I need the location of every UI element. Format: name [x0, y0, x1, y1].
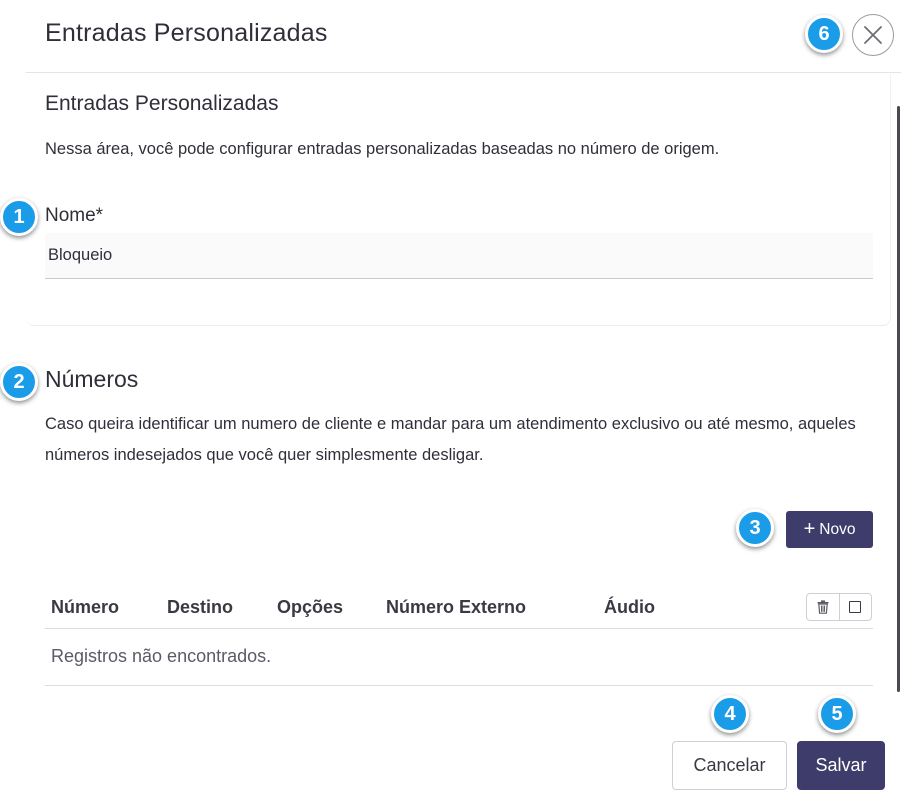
new-number-button[interactable]: + Novo: [786, 511, 873, 548]
callout-badge-2: 2: [0, 363, 38, 401]
table-header-actions: [806, 593, 872, 621]
plus-icon: +: [803, 517, 816, 540]
callout-badge-4: 4: [711, 695, 749, 733]
empty-message: Registros não encontrados.: [51, 646, 272, 666]
custom-entry-description: Nessa área, você pode configurar entrada…: [45, 140, 720, 158]
save-button[interactable]: Salvar: [797, 741, 885, 790]
callout-badge-6: 6: [805, 15, 843, 53]
new-button-label: Novo: [819, 520, 856, 538]
column-header-audio[interactable]: Áudio: [604, 597, 655, 618]
numbers-title: Números: [45, 366, 139, 392]
callout-badge-1: 1: [0, 198, 38, 236]
name-label: Nome*: [45, 205, 104, 226]
header-divider: [26, 72, 901, 73]
close-x-icon: [864, 26, 882, 44]
custom-entry-title: Entradas Personalizadas: [45, 92, 279, 115]
callout-badge-5: 5: [818, 695, 856, 733]
modal-title: Entradas Personalizadas: [45, 19, 328, 47]
close-button[interactable]: [852, 14, 894, 56]
trash-icon: [817, 600, 829, 614]
name-input[interactable]: [45, 233, 873, 279]
checkbox-icon: [849, 601, 862, 613]
column-header-opcoes[interactable]: Opções: [277, 597, 343, 618]
numbers-description: Caso queira identificar um numero de cli…: [45, 415, 856, 464]
select-all-checkbox[interactable]: [838, 594, 872, 620]
callout-badge-3: 3: [736, 509, 774, 547]
custom-entries-modal: Entradas Personalizadas Entradas Persona…: [0, 0, 901, 796]
delete-selected-button[interactable]: [807, 594, 839, 620]
cancel-button[interactable]: Cancelar: [672, 741, 787, 790]
table-empty-row: Registros não encontrados.: [45, 629, 873, 686]
column-header-numero[interactable]: Número: [51, 597, 119, 618]
column-header-numero-externo[interactable]: Número Externo: [386, 597, 526, 618]
column-header-destino[interactable]: Destino: [167, 597, 233, 618]
numbers-table-header: Número Destino Opções Número Externo Áud…: [45, 586, 873, 629]
modal-scrollbar[interactable]: [897, 106, 900, 692]
